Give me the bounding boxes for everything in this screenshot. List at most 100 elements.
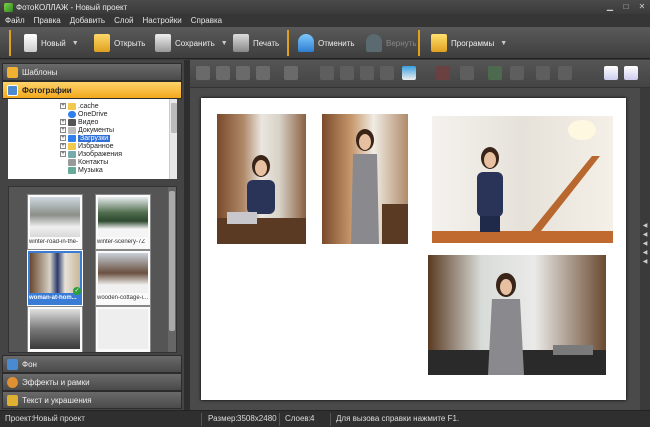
bring-forward-icon[interactable] (216, 66, 230, 80)
undo-button[interactable]: Отменить (298, 31, 355, 55)
menu-add[interactable]: Добавить (70, 16, 105, 25)
chevron-left-icon[interactable]: ◀ (643, 240, 648, 249)
thumbnail-image (30, 253, 80, 293)
tree-item[interactable]: Контакты (68, 158, 108, 166)
menu-bar: Файл Правка Добавить Слой Настройки Спра… (0, 14, 650, 27)
open-button[interactable]: Открыть (94, 31, 145, 55)
tree-item[interactable]: + Избранное (60, 142, 113, 150)
menu-settings[interactable]: Настройки (143, 16, 182, 25)
collage-photo[interactable] (428, 255, 606, 375)
maximize-icon[interactable]: □ (618, 0, 634, 13)
status-size-value: 3508x2480 (237, 414, 277, 423)
save-button[interactable]: Сохранить ▼ (155, 31, 228, 55)
thumbnails-scrollbar[interactable] (168, 187, 176, 352)
close-icon[interactable]: ✕ (634, 0, 650, 13)
templates-section-header[interactable]: Шаблоны (2, 63, 182, 81)
add-page-icon[interactable] (604, 66, 618, 80)
menu-layer[interactable]: Слой (114, 16, 133, 25)
photos-section-header[interactable]: Фотографии (2, 81, 182, 99)
tree-item[interactable]: + .cache (60, 102, 99, 110)
thumbnail-selected[interactable]: woman-at-hom... ✓ (27, 250, 83, 306)
collage-canvas[interactable] (201, 98, 626, 400)
delete-icon[interactable] (436, 66, 450, 80)
layout-icon[interactable] (402, 66, 416, 80)
photo-thumbnails: winter-road-in-the- winter-scenery-7Z wo… (8, 186, 177, 353)
chevron-down-icon[interactable]: ▼ (500, 40, 507, 47)
effects-icon[interactable] (488, 66, 502, 80)
magic-wand-icon[interactable] (510, 66, 524, 80)
flip-horizontal-icon[interactable] (360, 66, 374, 80)
tree-item[interactable]: OneDrive (68, 110, 108, 118)
expand-icon[interactable]: + (60, 143, 66, 149)
collage-photo[interactable] (432, 116, 613, 243)
video-folder-icon (68, 118, 76, 126)
tree-item-selected[interactable]: + Загрузки (60, 134, 111, 142)
new-button[interactable]: Новый ▼ (24, 31, 79, 55)
crop-icon[interactable] (460, 66, 474, 80)
new-document-icon (24, 34, 37, 52)
redo-button[interactable]: Вернуть (366, 31, 416, 55)
text-section-header[interactable]: Текст и украшения (2, 391, 182, 409)
tree-item[interactable]: + Изображения (60, 150, 122, 158)
checkmark-icon: ✓ (73, 287, 81, 295)
status-layers-label: Слоев: (285, 414, 311, 423)
programs-button[interactable]: Программы ▼ (431, 31, 507, 55)
thumbnails-scrollbar-thumb[interactable] (169, 191, 175, 331)
effects-section-header[interactable]: Эффекты и рамки (2, 373, 182, 391)
menu-help[interactable]: Справка (191, 16, 222, 25)
chevron-down-icon[interactable]: ▼ (221, 40, 228, 47)
documents-folder-icon (68, 126, 76, 134)
save-button-label: Сохранить (175, 38, 215, 48)
chevron-left-icon[interactable]: ◀ (643, 222, 648, 231)
thumbnail[interactable]: wooden-cottage-i... (95, 250, 151, 306)
rotate-left-icon[interactable] (320, 66, 334, 80)
menu-edit[interactable]: Правка (34, 16, 61, 25)
photos-label: Фотографии (22, 85, 72, 95)
flip-vertical-icon[interactable] (380, 66, 394, 80)
tree-scrollbar[interactable] (169, 99, 177, 179)
print-button[interactable]: Печать (233, 31, 279, 55)
expand-icon[interactable]: + (60, 127, 66, 133)
chevron-left-icon[interactable]: ◀ (643, 258, 648, 267)
tree-item[interactable]: + Видео (60, 118, 98, 126)
folder-tree[interactable]: + .cache OneDrive + Видео + Документы + Загр… (8, 99, 177, 179)
lock-icon[interactable] (558, 66, 572, 80)
chevron-down-icon[interactable]: ▼ (72, 40, 79, 47)
settings-gear-icon[interactable] (536, 66, 550, 80)
send-to-back-icon[interactable] (256, 66, 270, 80)
page-settings-icon[interactable] (624, 66, 638, 80)
tree-item[interactable]: + Документы (60, 126, 114, 134)
collage-photo[interactable] (322, 114, 408, 244)
side-panel-toggles[interactable]: ◀ ◀ ◀ ◀ ◀ (640, 222, 650, 267)
tree-scrollbar-thumb[interactable] (171, 103, 177, 133)
tree-item-label: Изображения (78, 150, 122, 158)
expand-icon[interactable]: + (60, 135, 66, 141)
thumbnail[interactable]: winter-road-in-the- (27, 194, 83, 250)
chevron-left-icon[interactable]: ◀ (643, 249, 648, 258)
menu-file[interactable]: Файл (5, 16, 25, 25)
redo-arrow-icon (366, 34, 382, 52)
tree-item[interactable]: Музыка (68, 166, 103, 174)
background-section-header[interactable]: Фон (2, 355, 182, 373)
thumbnail-image (30, 197, 80, 237)
rotate-right-icon[interactable] (340, 66, 354, 80)
status-bar: Проект: Новый проект Размер: 3508x2480 С… (0, 410, 650, 427)
send-backward-icon[interactable] (236, 66, 250, 80)
minimize-icon[interactable]: ▁ (602, 0, 618, 13)
expand-icon[interactable]: + (60, 103, 66, 109)
thumbnail-caption: winter-road-in-the- (29, 239, 79, 245)
chevron-left-icon[interactable]: ◀ (643, 231, 648, 240)
expand-icon[interactable]: + (60, 119, 66, 125)
collage-photo[interactable] (217, 114, 306, 244)
thumbnail[interactable] (27, 306, 83, 352)
tree-item-label: Контакты (78, 158, 109, 166)
programs-icon (431, 34, 447, 52)
thumbnail[interactable]: winter-scenery-7Z (95, 194, 151, 250)
align-icon[interactable] (284, 66, 298, 80)
bring-to-front-icon[interactable] (196, 66, 210, 80)
edit-toolbar (190, 60, 650, 88)
undo-button-label: Отменить (318, 38, 355, 48)
expand-icon[interactable]: + (60, 151, 66, 157)
thumbnail[interactable] (95, 306, 151, 352)
status-project-value: Новый проект (33, 414, 85, 423)
